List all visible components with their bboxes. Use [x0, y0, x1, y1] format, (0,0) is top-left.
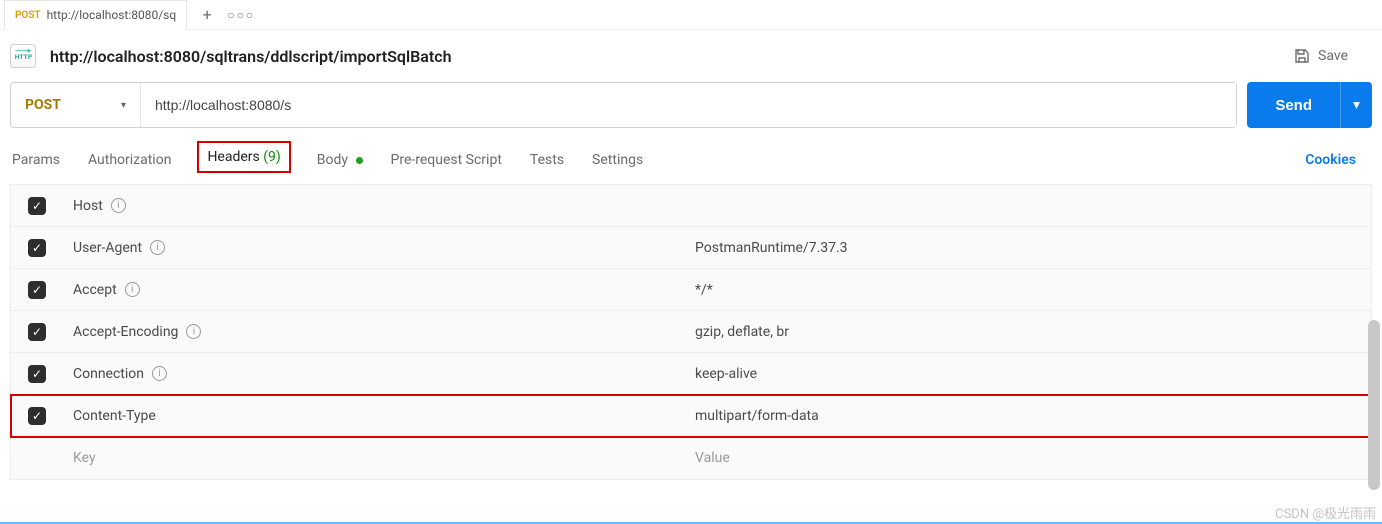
- info-icon[interactable]: i: [150, 240, 165, 255]
- checkbox[interactable]: ✓: [28, 281, 46, 299]
- svg-text:HTTP: HTTP: [15, 53, 32, 61]
- tab-settings[interactable]: Settings: [590, 144, 645, 176]
- tab-pre-request[interactable]: Pre-request Script: [389, 144, 504, 176]
- tab-headers[interactable]: Headers (9): [197, 141, 290, 173]
- header-value[interactable]: PostmanRuntime/7.37.3: [685, 240, 1371, 256]
- table-row[interactable]: ✓ Accept-Encoding i gzip, deflate, br: [11, 311, 1371, 353]
- table-row[interactable]: ✓Accepti*/*: [11, 269, 1371, 311]
- header-key-text: Connection: [73, 366, 144, 382]
- header-value[interactable]: */*: [685, 282, 1371, 298]
- tab-body-label: Body: [317, 152, 348, 168]
- save-icon: [1294, 48, 1310, 64]
- method-label: POST: [25, 97, 61, 113]
- scrollbar-track[interactable]: [1366, 200, 1382, 516]
- http-icon: HTTP: [10, 44, 36, 68]
- header-key-text: Accept-Encoding: [73, 324, 178, 340]
- header-key[interactable]: Connection i: [63, 366, 685, 382]
- checkbox[interactable]: ✓: [28, 239, 46, 257]
- table-row[interactable]: ✓ Content-Type multipart/form-data: [11, 395, 1371, 437]
- table-row-new[interactable]: KeyValue: [11, 437, 1371, 479]
- header-key[interactable]: User-Agent i: [63, 240, 685, 256]
- url-input[interactable]: [141, 83, 1236, 127]
- header-key-placeholder[interactable]: Key: [63, 450, 685, 466]
- tabs-overflow-icon[interactable]: ○○○: [227, 8, 255, 22]
- checkbox[interactable]: ✓: [28, 407, 46, 425]
- cookies-link[interactable]: Cookies: [1305, 152, 1372, 168]
- new-tab-plus-icon[interactable]: +: [193, 5, 221, 24]
- header-value[interactable]: multipart/form-data: [685, 408, 1371, 424]
- save-button[interactable]: Save: [1294, 48, 1366, 64]
- tab-body[interactable]: Body: [315, 144, 365, 176]
- header-key-text: Accept: [73, 282, 117, 298]
- request-tab[interactable]: POST http://localhost:8080/sq: [4, 0, 187, 30]
- header-value[interactable]: gzip, deflate, br: [685, 324, 1371, 340]
- checkbox[interactable]: ✓: [28, 197, 46, 215]
- checkbox[interactable]: ✓: [28, 323, 46, 341]
- header-key[interactable]: Content-Type: [63, 408, 685, 424]
- body-modified-dot-icon: [356, 157, 363, 164]
- method-select[interactable]: POST ▾: [11, 83, 141, 127]
- tab-headers-label: Headers: [207, 149, 259, 165]
- tab-headers-count: (9): [263, 149, 281, 165]
- watermark: CSDN @极光雨雨: [1275, 503, 1376, 522]
- checkbox[interactable]: ✓: [28, 365, 46, 383]
- table-row[interactable]: ✓ Connection i keep-alive: [11, 353, 1371, 395]
- header-value[interactable]: keep-alive: [685, 366, 1371, 382]
- tab-url: http://localhost:8080/sq: [47, 8, 177, 22]
- chevron-down-icon: ▾: [121, 100, 126, 111]
- send-button[interactable]: Send: [1247, 82, 1340, 128]
- tab-authorization[interactable]: Authorization: [86, 144, 173, 176]
- tab-method: POST: [15, 10, 41, 21]
- header-value-placeholder[interactable]: Value: [685, 450, 1371, 466]
- send-dropdown[interactable]: ▾: [1340, 82, 1372, 128]
- header-key-text: Host: [73, 198, 103, 214]
- header-key[interactable]: Accepti: [63, 282, 685, 298]
- table-row[interactable]: ✓ Hosti: [11, 185, 1371, 227]
- header-key[interactable]: Hosti: [63, 198, 685, 214]
- table-row[interactable]: ✓ User-Agent i PostmanRuntime/7.37.3: [11, 227, 1371, 269]
- header-key-text: User-Agent: [73, 240, 142, 256]
- header-key-text: Content-Type: [73, 408, 156, 424]
- headers-table: ✓Hosti✓User-AgentiPostmanRuntime/7.37.3✓…: [10, 184, 1372, 480]
- chevron-down-icon: ▾: [1353, 97, 1360, 112]
- tab-tests[interactable]: Tests: [528, 144, 566, 176]
- request-title: http://localhost:8080/sqltrans/ddlscript…: [50, 47, 452, 66]
- info-icon[interactable]: i: [125, 282, 140, 297]
- tab-params[interactable]: Params: [10, 144, 62, 176]
- header-key[interactable]: Accept-Encoding i: [63, 324, 685, 340]
- scrollbar-thumb[interactable]: [1368, 320, 1380, 490]
- info-icon[interactable]: i: [111, 198, 126, 213]
- info-icon[interactable]: i: [186, 324, 201, 339]
- info-icon[interactable]: i: [152, 366, 167, 381]
- save-label: Save: [1318, 48, 1348, 64]
